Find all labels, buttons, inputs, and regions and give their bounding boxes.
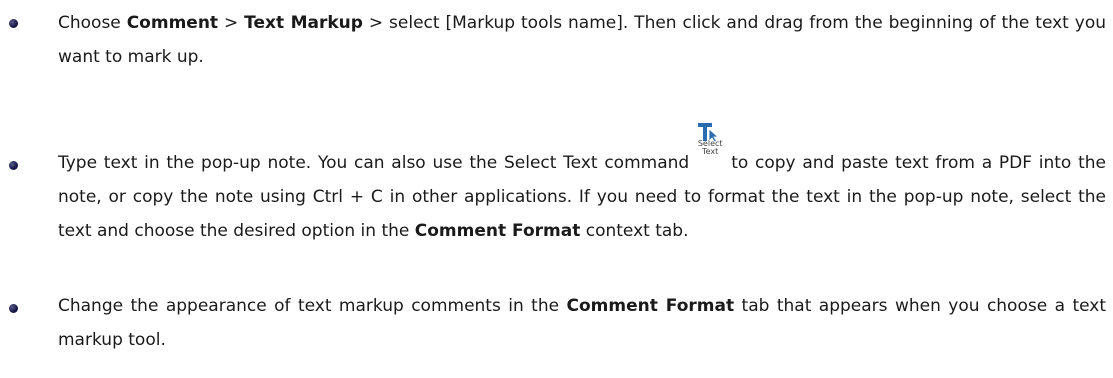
tab-name-comment-format: Comment Format	[414, 221, 581, 241]
text-segment: Change the appearance of text markup com…	[58, 296, 567, 316]
list-item-text: Choose Comment > Text Markup > select [M…	[58, 6, 1106, 74]
text-segment: Type text in the pop-up note. You can al…	[58, 153, 690, 173]
bullet-icon	[9, 161, 18, 170]
bullet-icon	[9, 19, 18, 28]
text-segment: >	[218, 13, 245, 33]
icon-label-line: Text	[702, 147, 719, 156]
select-text-icon: Select Text	[695, 123, 725, 168]
select-text-label: Select Text	[695, 140, 725, 156]
list-item-text: Change the appearance of text markup com…	[58, 289, 1106, 357]
tab-name-comment-format: Comment Format	[566, 296, 735, 316]
text-segment: context tab.	[580, 221, 689, 241]
menu-name-comment: Comment	[126, 13, 219, 33]
list-item-text: Type text in the pop-up note. You can al…	[58, 123, 1106, 248]
text-segment: Choose	[58, 13, 127, 33]
menu-name-text-markup: Text Markup	[244, 13, 363, 33]
bullet-icon	[9, 304, 18, 313]
